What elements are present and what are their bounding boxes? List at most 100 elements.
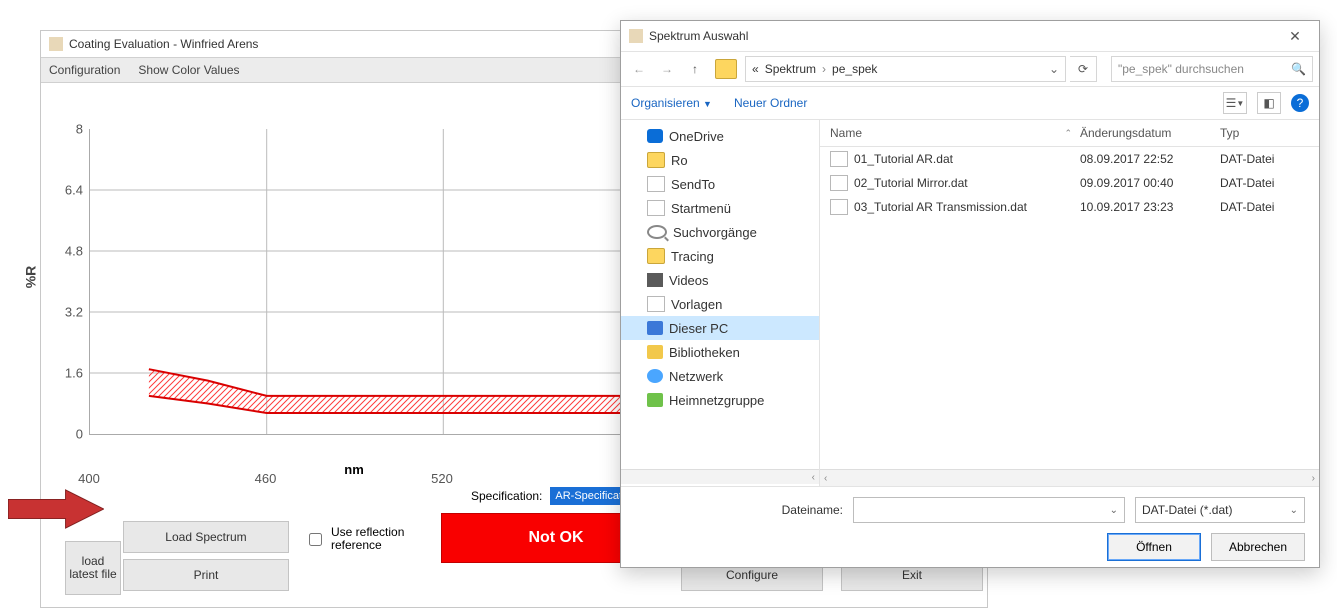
filename-input[interactable]: ⌄ <box>853 497 1125 523</box>
load-spectrum-label: Load Spectrum <box>165 530 246 544</box>
horizontal-scrollbar[interactable]: ‹› <box>820 469 1319 486</box>
annotation-arrow-icon <box>8 488 104 530</box>
chart-yaxis: 8 6.4 4.8 3.2 1.6 0 <box>49 129 89 434</box>
close-button[interactable]: ✕ <box>1279 25 1311 47</box>
list-header: Name ⌃ Änderungsdatum Typ <box>820 120 1319 147</box>
tree-item-label: Netzwerk <box>669 369 723 384</box>
tree-item[interactable]: Startmenü <box>621 196 819 220</box>
file-dialog: Spektrum Auswahl ✕ ← → ↑ « Spektrum › pe… <box>620 20 1320 568</box>
chevron-right-icon: › <box>822 62 826 76</box>
use-reflection-checkbox-row[interactable]: Use reflection reference <box>305 526 431 552</box>
dialog-nav: ← → ↑ « Spektrum › pe_spek ⌄ ⟳ "pe_spek"… <box>621 51 1319 87</box>
organize-menu[interactable]: Organisieren ▼ <box>631 96 712 110</box>
load-latest-file-button[interactable]: load latest file <box>65 541 121 595</box>
print-button[interactable]: Print <box>123 559 289 591</box>
use-reflection-checkbox[interactable] <box>309 533 322 546</box>
list-item[interactable]: 01_Tutorial AR.dat08.09.2017 22:52DAT-Da… <box>820 147 1319 171</box>
file-icon <box>647 176 665 192</box>
use-reflection-label: Use reflection reference <box>331 526 431 552</box>
breadcrumb-prefix: « <box>752 62 759 76</box>
breadcrumb[interactable]: « Spektrum › pe_spek ⌄ <box>745 56 1066 82</box>
file-list: Name ⌃ Änderungsdatum Typ 01_Tutorial AR… <box>820 120 1319 486</box>
tree-item[interactable]: Bibliotheken <box>621 340 819 364</box>
tree-item-label: SendTo <box>671 177 715 192</box>
help-button[interactable]: ? <box>1291 94 1309 112</box>
lib-icon <box>647 345 663 359</box>
tree-item[interactable]: Ro <box>621 148 819 172</box>
tree-item-label: Ro <box>671 153 688 168</box>
list-item[interactable]: 03_Tutorial AR Transmission.dat 10.09.201… <box>820 195 1319 219</box>
chart-xlabel: nm <box>89 462 619 477</box>
file-type: DAT-Datei <box>1220 200 1319 214</box>
file-date: 08.09.2017 22:52 <box>1080 152 1220 166</box>
tree-item-label: Startmenü <box>671 201 731 216</box>
column-type[interactable]: Typ <box>1220 126 1319 140</box>
sort-caret-icon: ⌃ <box>1064 128 1072 139</box>
file-icon <box>647 200 665 216</box>
tree-item[interactable]: OneDrive <box>621 124 819 148</box>
file-name: 02_Tutorial Mirror.dat <box>854 176 968 190</box>
ytick: 6.4 <box>65 183 83 198</box>
tree-item-label: Bibliotheken <box>669 345 740 360</box>
file-icon <box>647 296 665 312</box>
dialog-icon <box>629 29 643 43</box>
nav-tree[interactable]: OneDrive Ro SendTo Startmenü Suchvorgänge Tra… <box>621 120 820 486</box>
tree-item[interactable]: SendTo <box>621 172 819 196</box>
search-icon <box>647 225 667 239</box>
search-input[interactable]: "pe_spek" durchsuchen 🔍 <box>1111 56 1313 82</box>
tree-item[interactable]: Tracing <box>621 244 819 268</box>
menu-show-color-values[interactable]: Show Color Values <box>138 63 239 77</box>
search-icon: 🔍 <box>1291 62 1306 76</box>
ytick: 8 <box>76 122 83 137</box>
file-icon <box>830 199 848 215</box>
dialog-toolbar: Organisieren ▼ Neuer Ordner ☰ ▼ ◧ ? <box>621 87 1319 120</box>
tree-item[interactable]: Suchvorgänge <box>621 220 819 244</box>
file-date: 10.09.2017 23:23 <box>1080 200 1220 214</box>
nav-forward-button[interactable]: → <box>655 57 679 81</box>
app-icon <box>49 37 63 51</box>
ytick: 0 <box>76 427 83 442</box>
preview-pane-button[interactable]: ◧ <box>1257 92 1281 114</box>
chevron-down-icon: ⌄ <box>1290 505 1298 516</box>
column-name[interactable]: Name ⌃ <box>820 126 1080 140</box>
tree-item[interactable]: Dieser PC <box>621 316 819 340</box>
close-icon: ✕ <box>1289 28 1301 45</box>
list-item[interactable]: 02_Tutorial Mirror.dat09.09.2017 00:40DA… <box>820 171 1319 195</box>
dialog-title: Spektrum Auswahl <box>649 29 748 43</box>
video-icon <box>647 273 663 287</box>
dialog-titlebar: Spektrum Auswahl ✕ <box>621 21 1319 51</box>
tree-item[interactable]: Heimnetzgruppe <box>621 388 819 412</box>
print-label: Print <box>194 568 219 582</box>
file-icon <box>830 151 848 167</box>
load-spectrum-button[interactable]: Load Spectrum <box>123 521 289 553</box>
file-name: 03_Tutorial AR Transmission.dat <box>854 200 1027 214</box>
file-type: DAT-Datei <box>1220 176 1319 190</box>
tree-item[interactable]: Videos <box>621 268 819 292</box>
breadcrumb-seg[interactable]: pe_spek <box>832 62 877 76</box>
filetype-select[interactable]: DAT-Datei (*.dat) ⌄ <box>1135 497 1305 523</box>
tree-item-label: Suchvorgänge <box>673 225 757 240</box>
tree-item[interactable]: Netzwerk <box>621 364 819 388</box>
tree-scrollbar[interactable]: ‹ <box>621 469 819 484</box>
nav-back-button[interactable]: ← <box>627 57 651 81</box>
view-options-button[interactable]: ☰ ▼ <box>1223 92 1247 114</box>
dialog-footer: Dateiname: ⌄ DAT-Datei (*.dat) ⌄ Öffnen … <box>621 486 1319 571</box>
ytick: 4.8 <box>65 244 83 259</box>
tree-item[interactable]: Vorlagen <box>621 292 819 316</box>
nav-up-button[interactable]: ↑ <box>683 57 707 81</box>
ytick: 3.2 <box>65 305 83 320</box>
refresh-button[interactable]: ⟳ <box>1070 56 1097 82</box>
cancel-button[interactable]: Abbrechen <box>1211 533 1305 561</box>
load-latest-file-label: load latest file <box>68 555 118 581</box>
column-date[interactable]: Änderungsdatum <box>1080 126 1220 140</box>
open-button[interactable]: Öffnen <box>1107 533 1201 561</box>
chevron-down-icon[interactable]: ⌄ <box>1049 62 1059 76</box>
filetype-value: DAT-Datei (*.dat) <box>1142 503 1232 517</box>
tree-item-label: Heimnetzgruppe <box>669 393 764 408</box>
new-folder-button[interactable]: Neuer Ordner <box>734 96 807 110</box>
ytick: 1.6 <box>65 366 83 381</box>
breadcrumb-seg[interactable]: Spektrum <box>765 62 816 76</box>
tree-item-label: Videos <box>669 273 709 288</box>
menu-configuration[interactable]: Configuration <box>49 63 120 77</box>
chevron-down-icon: ⌄ <box>1110 505 1118 516</box>
